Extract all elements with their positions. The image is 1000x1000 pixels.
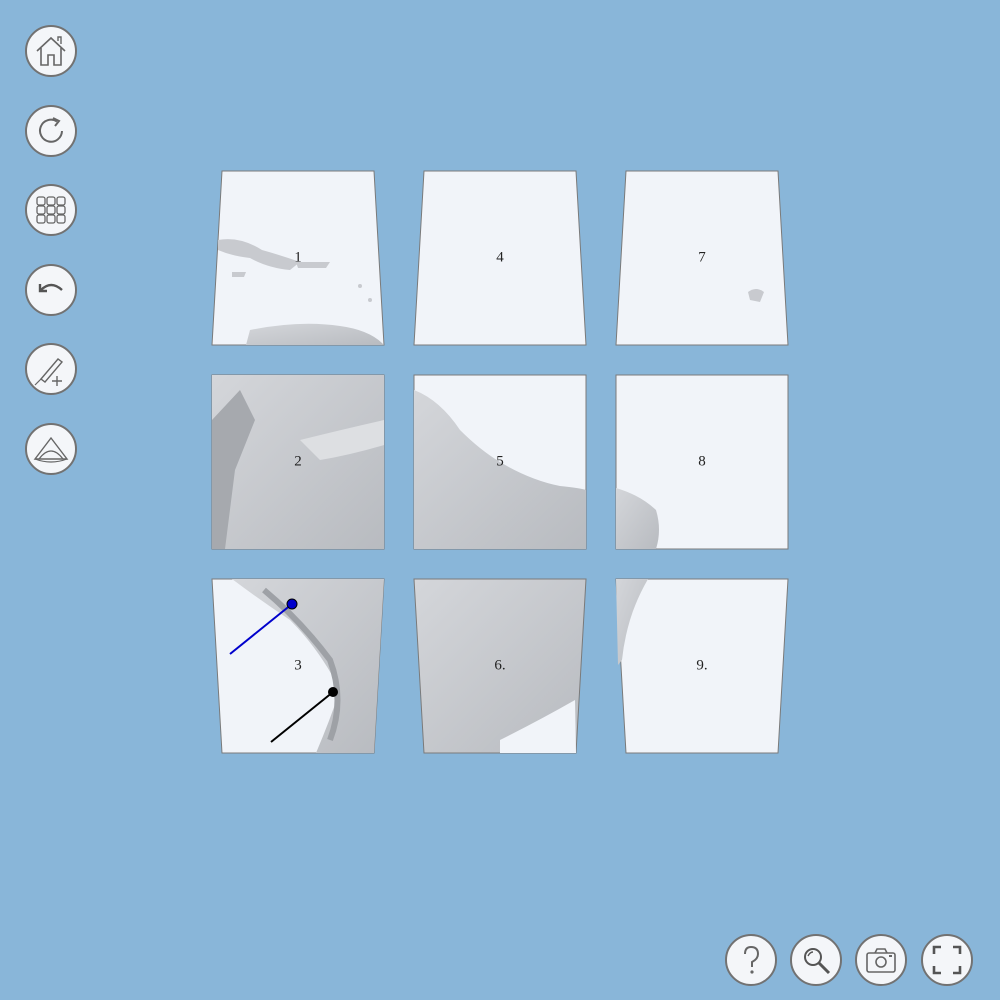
magnifier-icon <box>804 948 831 975</box>
help-icon <box>744 945 760 974</box>
tile-label-3: 3 <box>294 657 302 674</box>
tile-label-2: 2 <box>294 453 302 470</box>
fullscreen-button[interactable] <box>921 934 973 986</box>
fullscreen-icon <box>932 945 962 975</box>
tile-label-8: 8 <box>698 453 706 470</box>
zoom-button[interactable] <box>790 934 842 986</box>
tile-label-7: 7 <box>698 249 706 266</box>
tile-label-9: 9. <box>696 657 708 674</box>
tile-label-6: 6. <box>494 657 506 674</box>
camera-icon <box>866 948 896 973</box>
tile-label-4: 4 <box>496 249 504 266</box>
map-tiles-area <box>211 170 789 754</box>
help-button[interactable] <box>725 934 777 986</box>
tile-label-5: 5 <box>496 453 504 470</box>
tile-label-1: 1 <box>294 249 302 266</box>
screenshot-button[interactable] <box>855 934 907 986</box>
